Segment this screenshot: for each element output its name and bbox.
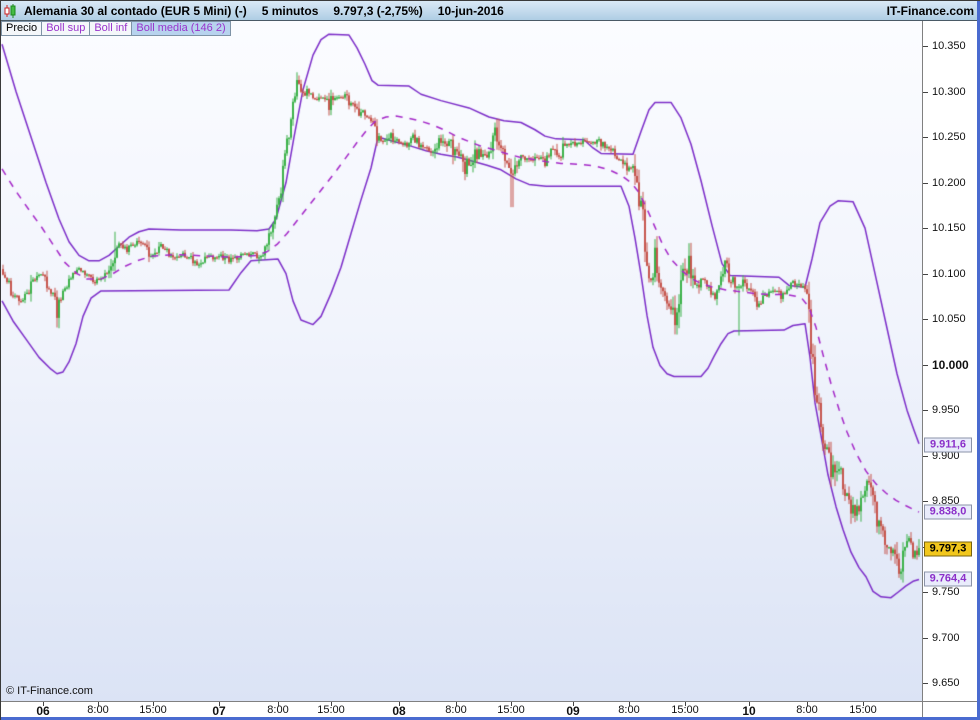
x-axis-label: 15:00 (849, 704, 877, 716)
band-value-tag: 9.838,0 (924, 504, 972, 520)
timeframe-label: 5 minutos (261, 3, 319, 18)
tab-boll-inf[interactable]: Boll inf (89, 21, 133, 36)
y-axis-label: 10.200 (932, 176, 966, 189)
tab-boll-media-146-2-[interactable]: Boll media (146 2) (131, 21, 231, 36)
y-axis-tick (923, 183, 928, 184)
price-axis[interactable]: 10.350 10.300 10.250 10.200 10.150 10.100 10.0… (922, 21, 978, 701)
x-axis-label: 15:00 (139, 704, 167, 716)
x-axis-label: 08 (392, 704, 406, 718)
y-axis-tick (923, 137, 928, 138)
band-value-tag: 9.911,6 (924, 437, 972, 453)
x-axis-label: 8:00 (267, 704, 289, 716)
y-axis-tick (923, 228, 928, 229)
y-axis-label: 10.300 (932, 85, 966, 98)
y-axis-label: 10.350 (932, 40, 966, 52)
y-axis-tick (923, 456, 928, 457)
chart-area: © IT-Finance.com (1, 21, 922, 701)
last-price-tag: 9.797,3 (924, 541, 972, 557)
instrument-title: Alemania 30 al contado (EUR 5 Mini) (-) (24, 3, 247, 18)
last-price-change: 9.797,3 (-2,75%) (333, 3, 423, 18)
x-axis-label: 06 (36, 704, 50, 718)
date-label: 10-jun-2016 (437, 3, 504, 18)
y-axis-label: 10.000 (932, 357, 969, 372)
y-axis-label: 10.050 (932, 313, 966, 326)
price-chart-canvas[interactable] (1, 21, 922, 701)
x-axis-label: 10 (742, 704, 756, 718)
y-axis-tick (923, 410, 928, 411)
x-axis-label: 15:00 (497, 704, 525, 716)
y-axis-label: 10.150 (932, 222, 966, 235)
x-axis-label: 8:00 (796, 704, 818, 716)
candlestick-icon (4, 3, 16, 18)
y-axis-tick (923, 92, 928, 93)
copyright-label: © IT-Finance.com (6, 685, 93, 697)
y-axis-label: 9.650 (932, 677, 960, 690)
brand-label: IT-Finance.com (886, 3, 974, 18)
x-axis-label: 15:00 (671, 704, 699, 716)
y-axis-label: 9.950 (932, 404, 960, 417)
x-axis-label: 07 (212, 704, 226, 718)
y-axis-tick (923, 46, 928, 47)
y-axis-tick (923, 592, 928, 593)
tab-boll-sup[interactable]: Boll sup (41, 21, 91, 36)
y-axis-label: 10.100 (932, 267, 966, 280)
tab-precio[interactable]: Precio (1, 21, 43, 36)
y-axis-tick (923, 683, 928, 684)
y-axis-tick (923, 365, 928, 366)
band-value-tag: 9.764,4 (924, 571, 972, 587)
title-bar: Alemania 30 al contado (EUR 5 Mini) (-) … (1, 1, 980, 21)
y-axis-tick (923, 638, 928, 639)
y-axis-label: 10.250 (932, 131, 966, 144)
x-axis-label: 8:00 (445, 704, 467, 716)
x-axis-label: 15:00 (317, 704, 345, 716)
x-axis-label: 09 (566, 704, 580, 718)
x-axis-label: 8:00 (618, 704, 640, 716)
time-axis[interactable]: 06 8:00 15:00 07 8:00 15:00 08 8:00 15:00 09 8:00 1… (1, 701, 978, 719)
indicator-tabs: Precio Boll sup Boll inf Boll media (146 2) (1, 21, 231, 36)
x-axis-label: 8:00 (87, 704, 109, 716)
y-axis-tick (923, 319, 928, 320)
app-window: Alemania 30 al contado (EUR 5 Mini) (-) … (0, 0, 980, 720)
y-axis-tick (923, 501, 928, 502)
y-axis-tick (923, 274, 928, 275)
y-axis-label: 9.750 (932, 586, 960, 599)
y-axis-label: 9.700 (932, 631, 960, 644)
